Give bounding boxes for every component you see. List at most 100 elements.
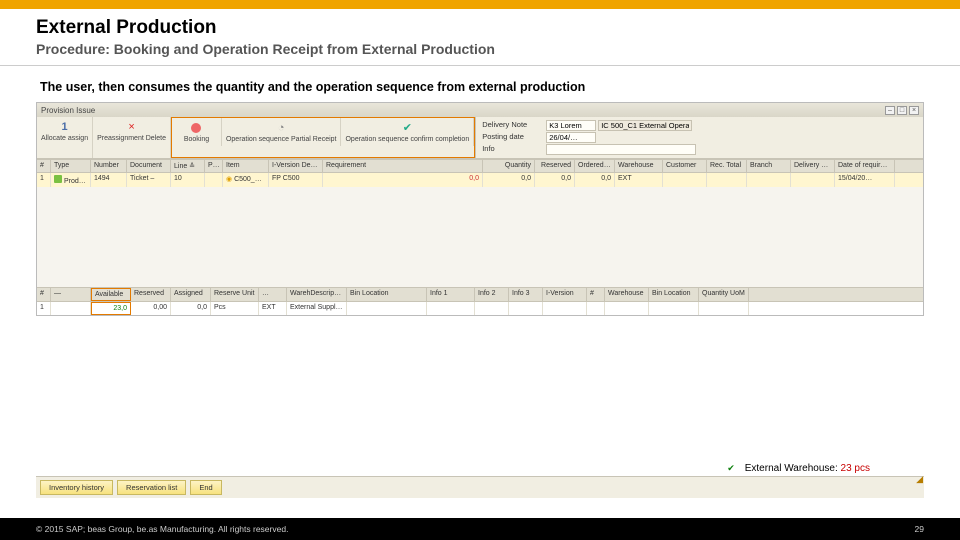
col-type[interactable]: Type: [51, 160, 91, 172]
slide-header: External Production Procedure: Booking a…: [0, 9, 960, 66]
close-icon[interactable]: ×: [909, 106, 919, 115]
footer-page-number: 29: [915, 524, 924, 534]
brand-accent-bar: [0, 0, 960, 9]
partial-receipt-icon: [274, 121, 288, 135]
col2-available[interactable]: Available: [91, 288, 131, 301]
col2-dots[interactable]: …: [259, 288, 287, 301]
col-date-req[interactable]: Date of requireme: [835, 160, 895, 172]
cell2-bin: [347, 302, 427, 315]
app-window: Provision Issue – □ × 1 Allocate assign …: [36, 102, 924, 316]
delete-x-icon: ×: [125, 120, 139, 134]
booking-label: Booking: [184, 136, 209, 144]
col-requirement[interactable]: Requirement: [323, 160, 483, 172]
footer-copyright: © 2015 SAP; beas Group, be.as Manufactur…: [36, 524, 288, 534]
end-button[interactable]: End: [190, 480, 221, 495]
col-warehouse[interactable]: Warehouse: [615, 160, 663, 172]
resize-grip-icon[interactable]: ◢: [916, 474, 923, 485]
highlighted-toolbar-group: Booking Operation sequence Partial Recei…: [171, 117, 475, 158]
cell2-reserve-unit: Pcs: [211, 302, 259, 315]
allocate-assign-button[interactable]: 1 Allocate assign: [37, 117, 93, 158]
op-seq-partial-receipt-button[interactable]: Operation sequence Partial Receipt: [222, 118, 342, 146]
maximize-icon[interactable]: □: [897, 106, 907, 115]
col2-bin2[interactable]: Bin Location: [649, 288, 699, 301]
booking-icon: [189, 121, 203, 135]
col-idx[interactable]: #: [37, 160, 51, 172]
toolbar: 1 Allocate assign × Preassignment Delete…: [37, 117, 923, 159]
cell-warehouse: EXT: [615, 173, 663, 187]
col-delivery-date[interactable]: Delivery Date: [791, 160, 835, 172]
item-link-icon[interactable]: ◉: [226, 176, 232, 183]
col2-iversion[interactable]: I-Version: [543, 288, 587, 301]
grid2-row[interactable]: 1 23,0 0,00 0,0 Pcs EXT External Supplie…: [37, 302, 923, 315]
cell-document: Ticket –: [127, 173, 171, 187]
cell-desc: FP C500: [269, 173, 323, 187]
delivery-fields: Delivery Note Posting date Info: [476, 117, 702, 158]
callout-value: 23 pcs: [841, 463, 870, 474]
slide-title: External Production: [36, 17, 924, 39]
reservation-list-button[interactable]: Reservation list: [117, 480, 186, 495]
col-rec-total[interactable]: Rec. Total: [707, 160, 747, 172]
delivery-note-label: Delivery Note: [482, 120, 542, 131]
col2-reserve-unit[interactable]: Reserve Unit: [211, 288, 259, 301]
minimize-icon[interactable]: –: [885, 106, 895, 115]
slide-footer: © 2015 SAP; beas Group, be.as Manufactur…: [0, 518, 960, 540]
cell2-available: 23,0: [91, 302, 131, 315]
allocate-icon: 1: [58, 120, 72, 134]
col-line[interactable]: Line ≙: [171, 160, 205, 172]
col2-reserved[interactable]: Reserved: [131, 288, 171, 301]
col-position[interactable]: Position: [205, 160, 223, 172]
col-document[interactable]: Document: [127, 160, 171, 172]
cell-rec-total: [707, 173, 747, 187]
external-warehouse-callout: ✔ External Warehouse: 23 pcs: [727, 463, 870, 474]
col2-wh-desc[interactable]: WarehDescription: [287, 288, 347, 301]
col2-warehouse[interactable]: Warehouse: [605, 288, 649, 301]
col-number[interactable]: Number: [91, 160, 127, 172]
cell2-assigned: 0,0: [171, 302, 211, 315]
col2-info3[interactable]: Info 3: [509, 288, 543, 301]
window-titlebar[interactable]: Provision Issue – □ ×: [37, 103, 923, 117]
window-title: Provision Issue: [41, 106, 883, 115]
cell2-bin2: [649, 302, 699, 315]
cell2-whcode: EXT: [259, 302, 287, 315]
booking-button[interactable]: Booking: [172, 118, 222, 146]
col-branch[interactable]: Branch: [747, 160, 791, 172]
cell2-info2: [475, 302, 509, 315]
col2-bin[interactable]: Bin Location: [347, 288, 427, 301]
col2-idx[interactable]: #: [37, 288, 51, 301]
posting-date-label: Posting date: [482, 132, 542, 143]
col2-idx2[interactable]: #: [587, 288, 605, 301]
cell-position: [205, 173, 223, 187]
cell-reserved: 0,0: [535, 173, 575, 187]
op-seq-confirm-completion-button[interactable]: Operation sequence confirm completion: [341, 118, 474, 146]
col-item[interactable]: Item: [223, 160, 269, 172]
delivery-note-readonly: [598, 120, 692, 131]
col-ordered-uom[interactable]: Ordered UoM: [575, 160, 615, 172]
col2-qty-uom[interactable]: Quantity UoM: [699, 288, 749, 301]
col2-assigned[interactable]: Assigned: [171, 288, 211, 301]
partial-label: Operation sequence Partial Receipt: [226, 136, 337, 144]
cell-quantity: 0,0: [483, 173, 535, 187]
inventory-history-button[interactable]: Inventory history: [40, 480, 113, 495]
posting-date-input[interactable]: [546, 132, 596, 143]
col2-blank[interactable]: —: [51, 288, 91, 301]
col-quantity[interactable]: Quantity: [483, 160, 535, 172]
slide-subtitle: Procedure: Booking and Operation Receipt…: [36, 41, 924, 57]
col-reserved[interactable]: Reserved: [535, 160, 575, 172]
cell-branch: [747, 173, 791, 187]
cell2-warehouse: [605, 302, 649, 315]
cell2-reserved: 0,00: [131, 302, 171, 315]
cell-customer: [663, 173, 707, 187]
delivery-note-input[interactable]: [546, 120, 596, 131]
col2-info1[interactable]: Info 1: [427, 288, 475, 301]
preassignment-delete-button[interactable]: × Preassignment Delete: [93, 117, 171, 158]
grid1-header: # Type Number Document Line ≙ Position I…: [37, 159, 923, 173]
cell2-idx2: [587, 302, 605, 315]
grid1-row[interactable]: 1 Production 1494 Ticket – 10 ◉ C500_FP0…: [37, 173, 923, 187]
cell-line: 10: [171, 173, 205, 187]
cell2-whdesc: External Supplier: [287, 302, 347, 315]
col2-info2[interactable]: Info 2: [475, 288, 509, 301]
cell-delivery-date: [791, 173, 835, 187]
col-iver-desc[interactable]: I-Version Description: [269, 160, 323, 172]
col-customer[interactable]: Customer: [663, 160, 707, 172]
info-input[interactable]: [546, 144, 696, 155]
